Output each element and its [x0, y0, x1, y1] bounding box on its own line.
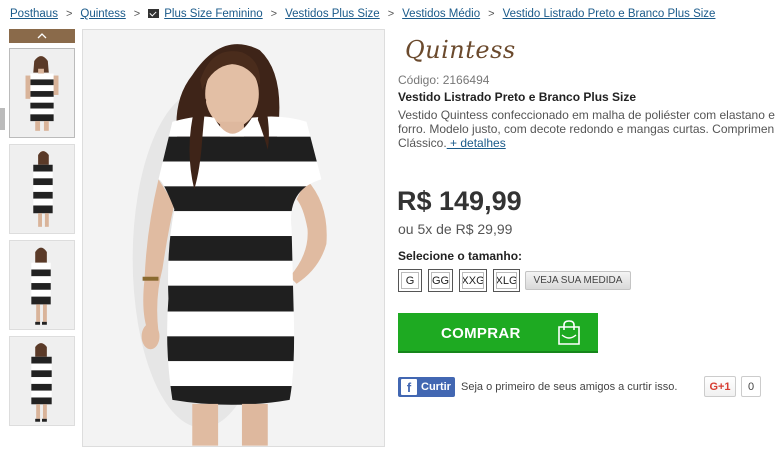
buy-button-label: COMPRAR	[441, 325, 521, 342]
breadcrumb-item-plus-size[interactable]: Plus Size Feminino	[164, 8, 262, 20]
breadcrumb-item-quintess[interactable]: Quintess	[80, 8, 125, 20]
size-option-xxg[interactable]: XXG	[459, 269, 487, 292]
facebook-icon: f	[401, 379, 417, 395]
breadcrumb: Posthaus > Quintess > Plus Size Feminino > Ves…	[10, 8, 715, 20]
buy-button[interactable]: COMPRAR	[398, 313, 598, 353]
breadcrumb-item-vestidos-plus-size[interactable]: Vestidos Plus Size	[285, 8, 380, 20]
chevron-up-icon	[37, 33, 47, 39]
thumbnail-image	[10, 145, 74, 233]
size-options: G GG XXG XLG	[398, 269, 520, 292]
breadcrumb-separator: >	[133, 8, 141, 20]
facebook-social-text: Seja o primeiro de seus amigos a curtir …	[461, 381, 678, 393]
thumbnail-image	[10, 337, 74, 425]
google-plus-count: 0	[741, 376, 761, 397]
breadcrumb-item-current-product[interactable]: Vestido Listrado Preto e Branco Plus Siz…	[503, 8, 716, 20]
description-line-end: Clássico.	[398, 136, 447, 150]
details-link[interactable]: + detalhes	[447, 136, 506, 150]
brand-logo[interactable]: Quintess	[405, 36, 516, 64]
thumbnail-image	[10, 49, 74, 137]
facebook-like-label: Curtir	[421, 381, 451, 393]
product-description: Vestido Quintess confeccionado em malha …	[398, 108, 779, 150]
category-icon	[148, 9, 160, 18]
breadcrumb-separator: >	[387, 8, 395, 20]
product-price: R$ 149,99	[397, 186, 522, 216]
facebook-like-button[interactable]: f Curtir	[398, 377, 455, 397]
thumbnail-4[interactable]	[9, 336, 75, 426]
thumbnail-1[interactable]	[9, 48, 75, 138]
product-photo	[83, 30, 384, 446]
thumbnail-3[interactable]	[9, 240, 75, 330]
size-guide-button[interactable]: VEJA SUA MEDIDA	[525, 271, 631, 290]
size-option-gg[interactable]: GG	[428, 269, 453, 292]
product-main-image[interactable]	[82, 29, 385, 447]
description-line: Clássico. + detalhes	[398, 136, 779, 150]
shopping-bag-icon	[558, 320, 580, 345]
description-line: Vestido Quintess confeccionado em malha …	[398, 108, 775, 122]
size-option-g[interactable]: G	[398, 269, 422, 292]
size-selector-label: Selecione o tamanho:	[398, 249, 523, 263]
thumbnail-scroll-up-button[interactable]	[9, 29, 75, 43]
breadcrumb-separator: >	[65, 8, 73, 20]
thumbnail-image	[10, 241, 74, 329]
description-line: forro. Modelo justo, com decote redondo …	[398, 122, 775, 136]
breadcrumb-item-posthaus[interactable]: Posthaus	[10, 8, 58, 20]
breadcrumb-separator: >	[488, 8, 495, 20]
google-plus-button[interactable]: G+1	[704, 376, 736, 397]
breadcrumb-item-vestidos-medio[interactable]: Vestidos Médio	[402, 8, 480, 20]
product-title: Vestido Listrado Preto e Branco Plus Siz…	[398, 90, 637, 104]
breadcrumb-separator: >	[270, 8, 278, 20]
product-code: Código: 2166494	[398, 73, 490, 87]
installments-text: ou 5x de R$ 29,99	[398, 221, 513, 237]
size-option-xlg[interactable]: XLG	[493, 269, 520, 292]
side-scroll-tab[interactable]	[0, 108, 5, 130]
thumbnail-2[interactable]	[9, 144, 75, 234]
